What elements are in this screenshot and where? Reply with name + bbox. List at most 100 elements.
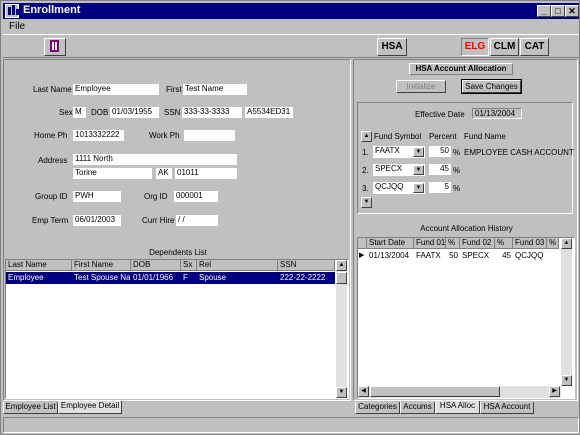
hist-col-fund03[interactable]: Fund 03 xyxy=(513,238,547,249)
percent-sign: % xyxy=(453,184,461,193)
scroll-thumb[interactable] xyxy=(336,272,347,284)
hist-col-pct3[interactable]: % xyxy=(547,238,559,249)
percent-sign: % xyxy=(453,148,461,157)
history-horizontal-scrollbar[interactable]: ◀ ▶ xyxy=(358,386,561,398)
elg-button[interactable]: ELG xyxy=(461,38,489,56)
member-id-field[interactable]: A5534ED31 xyxy=(245,107,293,118)
hist-pct2-cell: 45 xyxy=(502,251,511,260)
allocation-history-title: Account Allocation History xyxy=(420,224,513,233)
hist-pct1-cell: 50 xyxy=(449,251,458,260)
fund-row-3-number: 3. xyxy=(362,184,369,193)
table-row[interactable]: ▶ 01/13/2004 FAATX 50 SPECX 45 QCJQQ xyxy=(358,250,560,262)
hist-col-pct1[interactable]: % xyxy=(446,238,460,249)
close-button[interactable]: ✕ xyxy=(565,5,579,17)
work-phone-field[interactable] xyxy=(184,130,235,141)
hsa-button[interactable]: HSA xyxy=(377,38,407,56)
toolbar: HSA ELG CLM CAT xyxy=(3,34,579,58)
scroll-right-icon[interactable]: ▶ xyxy=(549,386,560,397)
dep-col-rel[interactable]: Rel xyxy=(197,260,278,271)
tab-employee-list[interactable]: Employee List xyxy=(3,402,58,414)
dep-col-ssn[interactable]: SSN xyxy=(278,260,335,271)
initialize-button[interactable]: Initialize xyxy=(396,80,446,93)
clm-button[interactable]: CLM xyxy=(490,38,519,56)
fund-1-percent-field[interactable]: 50 xyxy=(429,146,451,157)
tab-accums[interactable]: Accums xyxy=(400,402,435,414)
enrollment-window: Enrollment _ □ ✕ File HSA ELG CLM CAT La… xyxy=(0,0,580,435)
chevron-down-icon[interactable]: ▼ xyxy=(413,147,424,157)
last-name-label: Last Name xyxy=(33,85,72,94)
scroll-up-icon[interactable]: ▲ xyxy=(336,260,347,271)
percent-sign: % xyxy=(453,166,461,175)
emp-term-field[interactable]: 06/01/2003 xyxy=(73,215,121,226)
hsa-allocation-title: HSA Account Allocation xyxy=(409,63,513,75)
table-row[interactable]: Employee Test Spouse Na 01/01/1966 F Spo… xyxy=(6,272,335,284)
hist-col-start-date[interactable]: Start Date xyxy=(367,238,414,249)
menu-bar: File xyxy=(3,20,579,34)
first-name-label: First xyxy=(166,85,182,94)
tab-employee-detail[interactable]: Employee Detail xyxy=(58,401,122,414)
ssn-field[interactable]: 333-33-3333 xyxy=(182,107,242,118)
enrollment-tool-icon[interactable] xyxy=(44,38,66,56)
org-id-field[interactable]: 000001 xyxy=(174,191,218,202)
scroll-down-funds-icon[interactable]: ▼ xyxy=(361,197,372,208)
menu-file[interactable]: File xyxy=(9,21,25,32)
tab-hsa-alloc[interactable]: HSA Alloc xyxy=(435,401,480,414)
fund-symbol-label: Fund Symbol xyxy=(374,132,422,141)
fund-allocation-group: Effective Date 01/13/2004 ▲ Fund Symbol … xyxy=(357,102,574,214)
tab-hsa-account[interactable]: HSA Account xyxy=(480,402,534,414)
last-name-field[interactable]: Employee xyxy=(73,84,159,95)
scroll-up-icon[interactable]: ▲ xyxy=(561,238,572,249)
save-changes-button[interactable]: Save Changes xyxy=(461,79,522,94)
hist-col-fund02[interactable]: Fund 02 xyxy=(460,238,495,249)
hist-start-date-cell: 01/13/2004 xyxy=(369,251,410,260)
group-id-label: Group ID xyxy=(35,192,68,201)
zip-field[interactable]: 01011 xyxy=(175,168,237,179)
dep-last-name-cell: Employee xyxy=(8,273,44,282)
dep-rel-cell: Spouse xyxy=(199,273,227,282)
minimize-button[interactable]: _ xyxy=(537,5,551,17)
dep-col-last-name[interactable]: Last Name xyxy=(6,260,72,271)
allocation-history-grid: Start Date Fund 01 % Fund 02 % Fund 03 %… xyxy=(357,237,575,399)
fund-row-1-number: 1. xyxy=(362,148,369,157)
dependents-list-title: Dependents List xyxy=(149,248,207,257)
hsa-allocation-panel: HSA Account Allocation Initialize Save C… xyxy=(353,59,578,401)
cat-button[interactable]: CAT xyxy=(520,38,549,56)
dob-field[interactable]: 01/03/1955 xyxy=(110,107,159,118)
tab-categories[interactable]: Categories xyxy=(355,402,400,414)
scroll-thumb[interactable] xyxy=(370,386,500,397)
chevron-down-icon[interactable]: ▼ xyxy=(413,165,424,175)
maximize-button[interactable]: □ xyxy=(551,5,565,17)
dep-dob-cell: 01/01/1966 xyxy=(133,273,174,282)
hist-fund02-cell: SPECX xyxy=(462,251,490,260)
effective-date-field[interactable]: 01/13/2004 xyxy=(472,108,522,119)
hist-col-fund01[interactable]: Fund 01 xyxy=(414,238,446,249)
title-bar[interactable]: Enrollment _ □ ✕ xyxy=(3,3,579,19)
fund-row-2-number: 2. xyxy=(362,166,369,175)
city-field[interactable]: Torine xyxy=(73,168,152,179)
scroll-down-icon[interactable]: ▼ xyxy=(561,375,572,386)
dep-col-dob[interactable]: DOB xyxy=(131,260,181,271)
curr-hire-field[interactable]: / / xyxy=(176,215,218,226)
group-id-field[interactable]: PWH xyxy=(73,191,121,202)
fund-2-percent-field[interactable]: 45 xyxy=(429,164,451,175)
fund-1-name: EMPLOYEE CASH ACCOUNT xyxy=(464,148,574,157)
effective-date-label: Effective Date xyxy=(415,110,465,119)
scroll-down-icon[interactable]: ▼ xyxy=(336,387,347,398)
window-title: Enrollment xyxy=(23,4,81,16)
hist-col-pct2[interactable]: % xyxy=(495,238,513,249)
state-field[interactable]: AK xyxy=(156,168,172,179)
history-vertical-scrollbar[interactable]: ▲ ▼ xyxy=(561,238,572,386)
dependents-grid: Last Name First Name DOB Sx Rel SSN Empl… xyxy=(5,259,349,399)
dep-col-sex[interactable]: Sx xyxy=(181,260,197,271)
scroll-left-icon[interactable]: ◀ xyxy=(358,386,369,397)
fund-3-percent-field[interactable]: 5 xyxy=(429,182,451,193)
dependents-scrollbar[interactable]: ▲ ▼ xyxy=(336,260,347,398)
address-line-field[interactable]: 1111 North xyxy=(73,154,237,165)
sex-field[interactable]: M xyxy=(73,107,86,118)
scroll-up-funds-icon[interactable]: ▲ xyxy=(361,131,372,142)
home-phone-label: Home Ph xyxy=(34,131,68,140)
chevron-down-icon[interactable]: ▼ xyxy=(413,183,424,193)
home-phone-field[interactable]: 1013332222 xyxy=(73,130,124,141)
first-name-field[interactable]: Test Name xyxy=(183,84,247,95)
dep-col-first-name[interactable]: First Name xyxy=(72,260,131,271)
